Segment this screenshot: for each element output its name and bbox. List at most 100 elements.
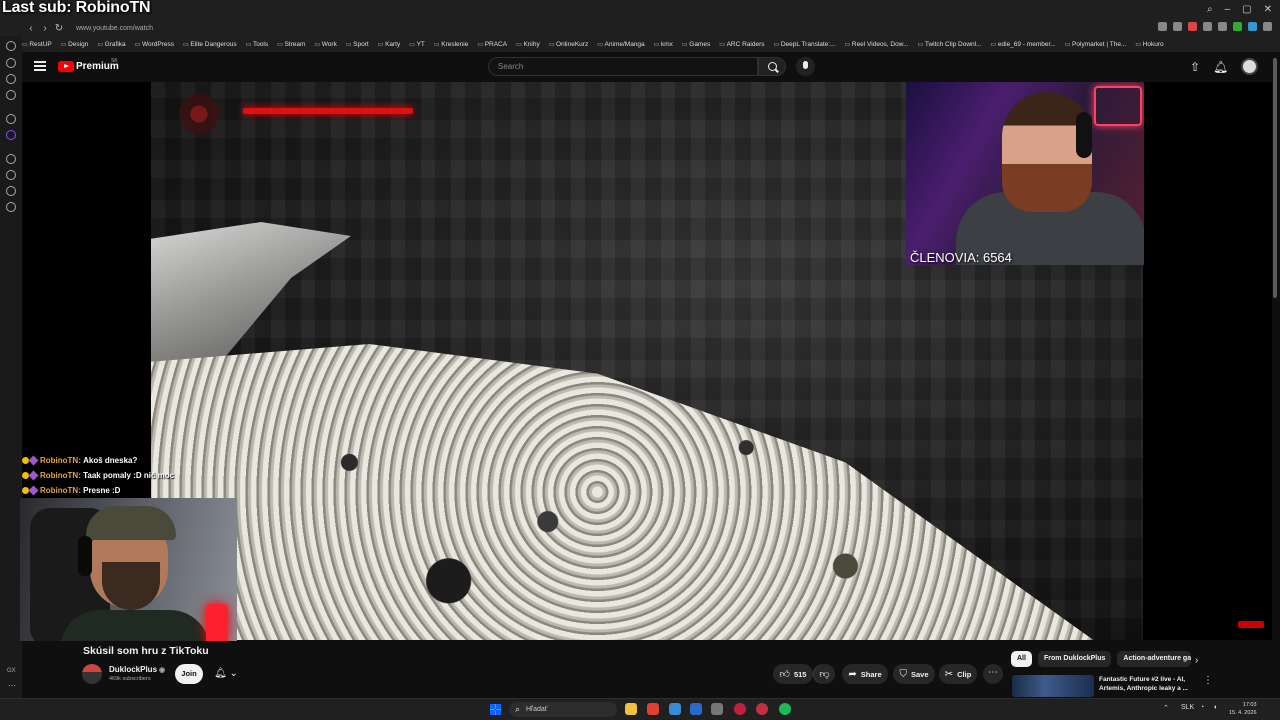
menu-icon[interactable]: [34, 61, 46, 71]
bookmark-item[interactable]: Sport: [346, 41, 369, 48]
bookmark-item[interactable]: Kreslenie: [434, 41, 468, 48]
recommendation-title[interactable]: Fantastic Future #2 live - AI, Artemis, …: [1099, 675, 1195, 693]
save-button[interactable]: ⛉ Save: [893, 664, 935, 684]
extension-icon[interactable]: [1188, 22, 1197, 31]
sidebar-settings-icon[interactable]: [6, 114, 16, 124]
sidebar-history-icon[interactable]: [6, 202, 16, 212]
app-icon[interactable]: [756, 703, 768, 715]
app-icon[interactable]: [669, 703, 681, 715]
chip-action-adventure[interactable]: Action-adventure game: [1117, 651, 1192, 667]
volume-icon[interactable]: ◖: [1213, 704, 1217, 711]
taskbar-search[interactable]: Hľadať: [509, 702, 617, 717]
bookmark-item[interactable]: Design: [61, 41, 88, 48]
app-icon[interactable]: [690, 703, 702, 715]
bookmark-item[interactable]: Games: [682, 41, 710, 48]
bookmark-item[interactable]: Twitch Clip Downl...: [917, 41, 982, 48]
bookmark-item[interactable]: Polymarket | The...: [1065, 41, 1126, 48]
channel-name-text[interactable]: DuklockPlus: [109, 665, 157, 674]
bookmark-item[interactable]: Reel Videos, Dow...: [845, 41, 909, 48]
voice-search-button[interactable]: [796, 57, 815, 76]
bookmark-item[interactable]: WordPress: [135, 41, 174, 48]
bookmark-item[interactable]: Knihy: [516, 41, 539, 48]
recommendation-thumbnail[interactable]: [1012, 675, 1094, 697]
chevron-right-icon[interactable]: ›: [1195, 655, 1198, 666]
taskbar-clock[interactable]: 17:03 15. 4. 2026: [1229, 701, 1257, 717]
sidebar-share-icon[interactable]: [6, 186, 16, 196]
chip-all[interactable]: All: [1011, 651, 1032, 667]
bookmark-item[interactable]: DeepL Translate:...: [774, 41, 836, 48]
window-controls: ⌕ – ▢ ✕: [1207, 4, 1272, 15]
sidebar-bag-icon[interactable]: [6, 90, 16, 100]
clip-button[interactable]: ✂ Clip: [939, 664, 977, 684]
bookmark-item[interactable]: Karty: [378, 41, 400, 48]
join-button[interactable]: Join: [175, 664, 203, 684]
reload-icon[interactable]: ↻: [52, 23, 66, 34]
headset: [78, 536, 92, 576]
page-scrollbar[interactable]: [1273, 58, 1277, 298]
search-input[interactable]: Search: [488, 57, 758, 76]
dislike-button[interactable]: 👎︎: [813, 664, 835, 684]
member-badge-icon: [28, 455, 39, 466]
share-button[interactable]: ➦ Share: [842, 664, 888, 684]
search-tabs-icon[interactable]: ⌕: [1207, 4, 1213, 15]
sidebar-store-icon[interactable]: [6, 58, 16, 68]
spotify-icon[interactable]: [779, 703, 791, 715]
bookmark-item[interactable]: Elite Dangerous: [183, 41, 236, 48]
bookmark-item[interactable]: ARC Raiders: [719, 41, 765, 48]
bookmark-item[interactable]: Hokuro: [1135, 41, 1164, 48]
bell-icon[interactable]: 🔔︎: [1213, 60, 1228, 74]
more-actions-button[interactable]: ⋯: [983, 664, 1003, 684]
opera-gx-icon[interactable]: [734, 703, 746, 715]
forward-icon[interactable]: ›: [38, 23, 52, 34]
sidebar-ai-icon[interactable]: [6, 74, 16, 84]
bookmark-item[interactable]: Anime/Manga: [597, 41, 645, 48]
youtube-logo-icon[interactable]: [58, 61, 74, 72]
bookmark-icon: ⛉: [899, 668, 907, 680]
bookmark-item[interactable]: edie_69 - member...: [991, 41, 1056, 48]
bookmark-item[interactable]: kmx: [654, 41, 673, 48]
bookmark-item[interactable]: Grafika: [97, 41, 126, 48]
tray-arrow-icon[interactable]: ⌃: [1163, 704, 1169, 712]
chat-text: Akoš dneska?: [83, 456, 138, 465]
search-button[interactable]: [758, 57, 786, 76]
extension-icon[interactable]: [1218, 22, 1227, 31]
brave-icon[interactable]: [647, 703, 659, 715]
bookmark-item[interactable]: PRACA: [477, 41, 507, 48]
avatar[interactable]: [1241, 58, 1258, 75]
notification-bell-button[interactable]: 🔔︎ ⌄: [209, 664, 243, 684]
channel-avatar[interactable]: [82, 664, 102, 684]
bookmark-item[interactable]: Stream: [277, 41, 305, 48]
close-icon[interactable]: ✕: [1264, 4, 1272, 15]
sidebar-twitch-icon[interactable]: [6, 130, 16, 140]
chat-overlay: RobinoTN: Akoš dneska? RobinoTN: Taak po…: [22, 453, 174, 498]
bookmark-item[interactable]: RestUP: [22, 41, 51, 48]
channel-name[interactable]: DuklockPlus ◉: [109, 665, 165, 674]
more-icon[interactable]: ⋯: [8, 681, 16, 690]
file-explorer-icon[interactable]: [625, 703, 637, 715]
maximize-icon[interactable]: ▢: [1242, 4, 1251, 15]
bookmark-item[interactable]: YT: [409, 41, 425, 48]
extension-icon[interactable]: [1263, 22, 1272, 31]
bookmark-item[interactable]: Work: [314, 41, 337, 48]
language-indicator[interactable]: SLK: [1181, 704, 1194, 711]
extension-icon[interactable]: [1203, 22, 1212, 31]
minimize-icon[interactable]: –: [1225, 4, 1231, 15]
extension-icon[interactable]: [1248, 22, 1257, 31]
app-icon[interactable]: [711, 703, 723, 715]
upload-icon[interactable]: ⇧: [1188, 60, 1202, 74]
more-vert-icon[interactable]: ⋮: [1203, 675, 1213, 686]
address-bar[interactable]: www.youtube.com/watch: [76, 25, 153, 32]
back-icon[interactable]: ‹: [24, 23, 38, 34]
windows-start-icon[interactable]: [490, 704, 501, 715]
chip-from-channel[interactable]: From DuklockPlus: [1037, 651, 1112, 667]
extension-icon[interactable]: [1158, 22, 1167, 31]
bookmark-item[interactable]: Tools: [246, 41, 268, 48]
like-button[interactable]: 👍︎ 515: [773, 664, 813, 684]
wifi-icon[interactable]: ◔: [1200, 704, 1204, 711]
bookmark-item[interactable]: OnlineKurz: [549, 41, 588, 48]
sidebar-player-icon[interactable]: [6, 154, 16, 164]
sidebar-home-icon[interactable]: [6, 41, 16, 51]
extension-icon[interactable]: [1233, 22, 1242, 31]
extension-icon[interactable]: [1173, 22, 1182, 31]
sidebar-map-icon[interactable]: [6, 170, 16, 180]
